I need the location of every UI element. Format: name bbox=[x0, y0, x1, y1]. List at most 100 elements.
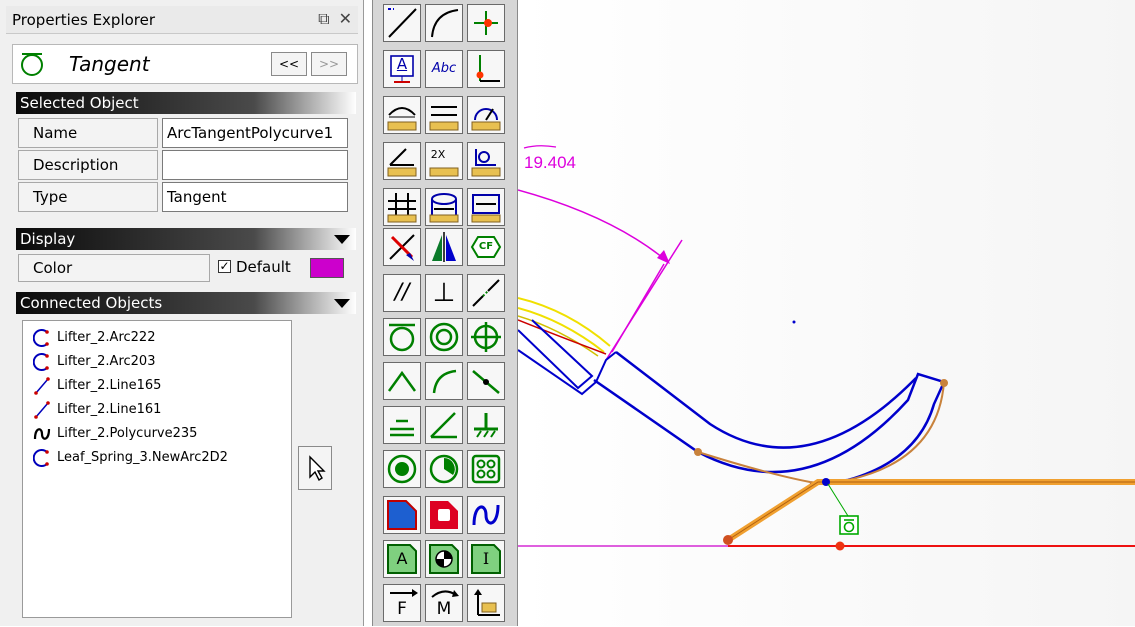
diameter-dimension-button[interactable] bbox=[425, 188, 463, 226]
hollow-block-button[interactable] bbox=[425, 496, 463, 534]
diameter-icon bbox=[429, 193, 459, 223]
pointer-icon bbox=[309, 455, 326, 482]
perpendicular-glyph: ⊥ bbox=[432, 278, 456, 308]
dimension-label[interactable]: 19.404 bbox=[524, 153, 576, 172]
note-button[interactable]: A bbox=[383, 50, 421, 88]
perpendicular-button[interactable]: ⊥ bbox=[425, 274, 463, 312]
previous-button[interactable]: << bbox=[271, 52, 307, 76]
radius-dimension-icon bbox=[471, 108, 501, 131]
pattern-icon bbox=[387, 193, 417, 223]
select-pointer-button[interactable] bbox=[298, 446, 332, 490]
description-field[interactable] bbox=[162, 150, 348, 180]
point-dimension-button[interactable] bbox=[467, 142, 505, 180]
section-display[interactable]: Display bbox=[16, 228, 356, 250]
block-button[interactable] bbox=[383, 496, 421, 534]
color-label: Color bbox=[18, 254, 210, 282]
path-node[interactable] bbox=[694, 448, 702, 456]
fix-arc-button[interactable] bbox=[425, 450, 463, 488]
origin-button[interactable] bbox=[467, 50, 505, 88]
width-dimension-icon bbox=[471, 194, 501, 223]
symmetric-icon bbox=[432, 232, 456, 262]
point-on-point-button[interactable] bbox=[383, 362, 421, 400]
point-on-arc-icon bbox=[432, 369, 457, 394]
panel-title: Properties Explorer bbox=[12, 10, 156, 29]
path-node[interactable] bbox=[940, 379, 948, 387]
collapse-arrow-icon[interactable] bbox=[334, 299, 350, 308]
parallel-button[interactable]: // bbox=[383, 274, 421, 312]
collapse-arrow-icon[interactable] bbox=[334, 235, 350, 244]
point-on-arc-button[interactable] bbox=[425, 362, 463, 400]
force-button[interactable]: F bbox=[383, 584, 421, 622]
moment-button[interactable]: M bbox=[425, 584, 463, 622]
undock-icon[interactable]: ⧉ bbox=[318, 9, 329, 28]
line-icon bbox=[34, 377, 50, 395]
coincident-icon bbox=[471, 322, 501, 352]
sketch-point-button[interactable] bbox=[467, 4, 505, 42]
property-row-description: Description bbox=[18, 150, 348, 180]
angle-dimension-button[interactable] bbox=[383, 142, 421, 180]
point-tool-icon bbox=[474, 11, 498, 35]
center-of-mass-button[interactable] bbox=[425, 540, 463, 578]
tangent-button[interactable] bbox=[383, 318, 421, 356]
text-button[interactable]: Abc bbox=[425, 50, 463, 88]
drawing-canvas[interactable]: 19.404 bbox=[518, 0, 1135, 626]
double-dimension-button[interactable]: 2X bbox=[425, 142, 463, 180]
lifter-edge[interactable] bbox=[595, 351, 617, 383]
coincident-button[interactable] bbox=[467, 318, 505, 356]
close-icon[interactable]: ✕ bbox=[339, 9, 352, 28]
list-item-label: Leaf_Spring_3.NewArc2D2 bbox=[57, 450, 228, 465]
pattern-dimension-button[interactable] bbox=[383, 188, 421, 226]
section-selected-object-label: Selected Object bbox=[20, 94, 139, 112]
point-dimension-icon bbox=[471, 149, 501, 177]
sketch-line-button[interactable] bbox=[383, 4, 421, 42]
sketch-arc-button[interactable] bbox=[425, 4, 463, 42]
color-swatch[interactable] bbox=[310, 258, 344, 278]
moment-glyph: M bbox=[436, 599, 452, 619]
lifter-edge[interactable] bbox=[518, 349, 597, 396]
ground-node[interactable] bbox=[835, 541, 845, 551]
dimension-arc[interactable] bbox=[518, 189, 669, 263]
type-field[interactable]: Tangent bbox=[162, 182, 348, 212]
section-connected-objects[interactable]: Connected Objects bbox=[16, 292, 356, 314]
equal-length-button[interactable] bbox=[383, 406, 421, 444]
list-item-label: Lifter_2.Polycurve235 bbox=[57, 426, 198, 441]
arc-icon bbox=[33, 353, 49, 371]
property-row-type: Type Tangent bbox=[18, 182, 348, 212]
property-row-name: Name ArcTangentPolycurve1 bbox=[18, 118, 348, 148]
default-color-label: Default bbox=[236, 258, 291, 276]
width-dimension-button[interactable] bbox=[467, 188, 505, 226]
point-on-line-button[interactable] bbox=[467, 362, 505, 400]
text-block-button[interactable]: A bbox=[383, 540, 421, 578]
info-block-button[interactable]: I bbox=[467, 540, 505, 578]
rigid-set-icon bbox=[471, 454, 501, 484]
yellow-curve[interactable] bbox=[518, 307, 605, 353]
angle-button[interactable] bbox=[425, 406, 463, 444]
section-selected-object[interactable]: Selected Object bbox=[16, 92, 356, 114]
name-field[interactable]: ArcTangentPolycurve1 bbox=[162, 118, 348, 148]
coordinate-button[interactable] bbox=[467, 584, 505, 622]
abc-glyph: Abc bbox=[431, 61, 457, 76]
angle-dimension-icon bbox=[387, 148, 417, 177]
fix-point-button[interactable] bbox=[383, 450, 421, 488]
delete-constraint-button[interactable] bbox=[383, 228, 421, 266]
collinear-button[interactable] bbox=[467, 274, 505, 312]
sketch-drawing[interactable]: 19.404 bbox=[518, 0, 1135, 626]
symmetric-button[interactable] bbox=[425, 228, 463, 266]
concentric-button[interactable] bbox=[425, 318, 463, 356]
leaf-spring[interactable] bbox=[726, 479, 1135, 543]
spring-node[interactable] bbox=[723, 535, 733, 545]
section-connected-objects-label: Connected Objects bbox=[20, 294, 163, 312]
connected-objects-list: Lifter_2.Arc222 Lifter_2.Arc203 Lifter_2… bbox=[22, 320, 292, 618]
description-label: Description bbox=[18, 150, 158, 180]
next-button[interactable]: >> bbox=[311, 52, 347, 76]
ground-button[interactable] bbox=[467, 406, 505, 444]
radius-dimension-button[interactable] bbox=[467, 96, 505, 134]
ground-icon bbox=[474, 413, 498, 438]
polycurve-button[interactable] bbox=[467, 496, 505, 534]
cf-button[interactable]: CF bbox=[467, 228, 505, 266]
default-color-checkbox[interactable]: ✓ bbox=[218, 260, 231, 273]
lifter-body-curve[interactable] bbox=[593, 372, 946, 486]
rigid-set-button[interactable] bbox=[467, 450, 505, 488]
arc-length-dimension-button[interactable] bbox=[383, 96, 421, 134]
distance-dimension-button[interactable] bbox=[425, 96, 463, 134]
